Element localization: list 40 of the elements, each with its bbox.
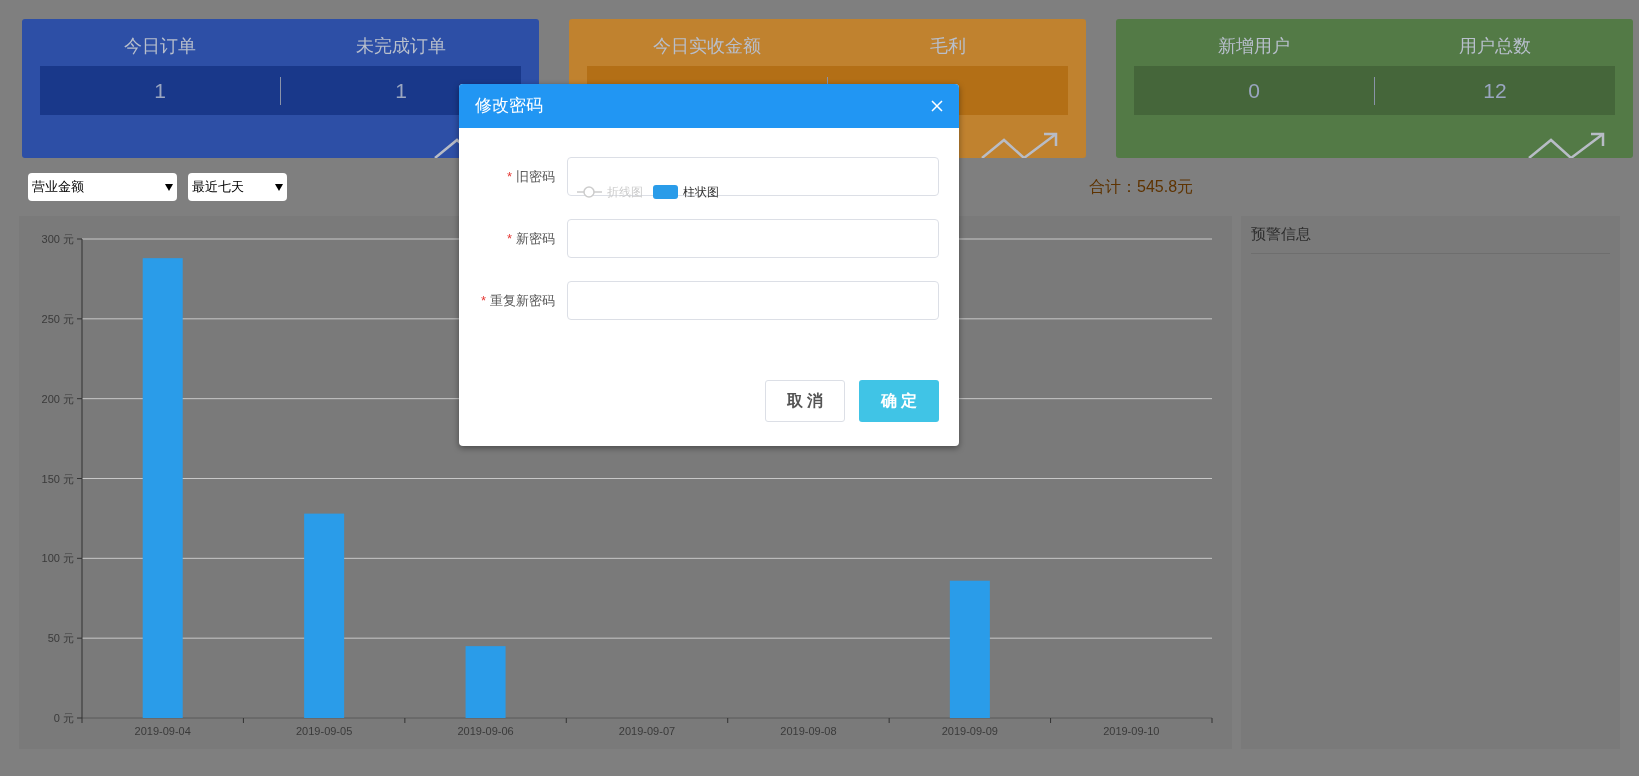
stat-label: 毛利: [929, 35, 966, 58]
stat-value: 1: [395, 77, 407, 104]
field-label: 新密码: [516, 229, 555, 248]
panel-title: 预警信息: [1251, 224, 1311, 245]
select-dropdown[interactable]: 最近七天: [188, 173, 287, 201]
x-axis-label: 2019-09-10: [1103, 725, 1160, 737]
stat-value: 1: [154, 77, 166, 104]
x-axis-label: 2019-09-06: [457, 725, 514, 737]
x-axis-label: 2019-09-05: [296, 725, 353, 737]
x-axis-label: 2019-09-09: [941, 725, 998, 737]
bar: [465, 646, 506, 718]
total-amount: 合计：545.8元: [1089, 177, 1194, 197]
stat-label: 新增用户: [1218, 35, 1291, 58]
x-axis-label: 2019-09-04: [134, 725, 191, 737]
stat-value: 12: [1483, 77, 1507, 104]
stat-label: 未完成订单: [355, 35, 446, 58]
required-mark: *: [480, 294, 486, 307]
caret-icon: [165, 183, 173, 191]
select-dropdown[interactable]: 营业金额: [28, 173, 177, 201]
dialog-title: 修改密码: [475, 95, 543, 118]
stat-label: 今日订单: [124, 35, 197, 58]
legend-line-icon: [577, 185, 602, 199]
x-axis-label: 2019-09-07: [618, 725, 676, 737]
required-mark: *: [506, 170, 512, 183]
legend-bar-icon: [653, 185, 678, 199]
caret-icon: [275, 183, 283, 191]
stat-value: 0: [1248, 77, 1260, 104]
close-icon[interactable]: [931, 100, 943, 112]
input-field[interactable]: [567, 219, 939, 258]
legend-item[interactable]: 柱状图: [653, 183, 719, 201]
x-axis-label: 2019-09-08: [780, 725, 837, 737]
stat-label: 今日实收金额: [653, 35, 762, 58]
required-mark: *: [506, 232, 512, 245]
trend-arrow-icon: [980, 132, 1060, 158]
cancel-button[interactable]: 取 消: [765, 380, 845, 422]
trend-arrow-icon: [1527, 132, 1607, 158]
input-field[interactable]: [567, 281, 939, 320]
field-label: 旧密码: [516, 167, 555, 186]
field-label: 重复新密码: [490, 291, 555, 310]
stat-label: 用户总数: [1458, 35, 1531, 58]
